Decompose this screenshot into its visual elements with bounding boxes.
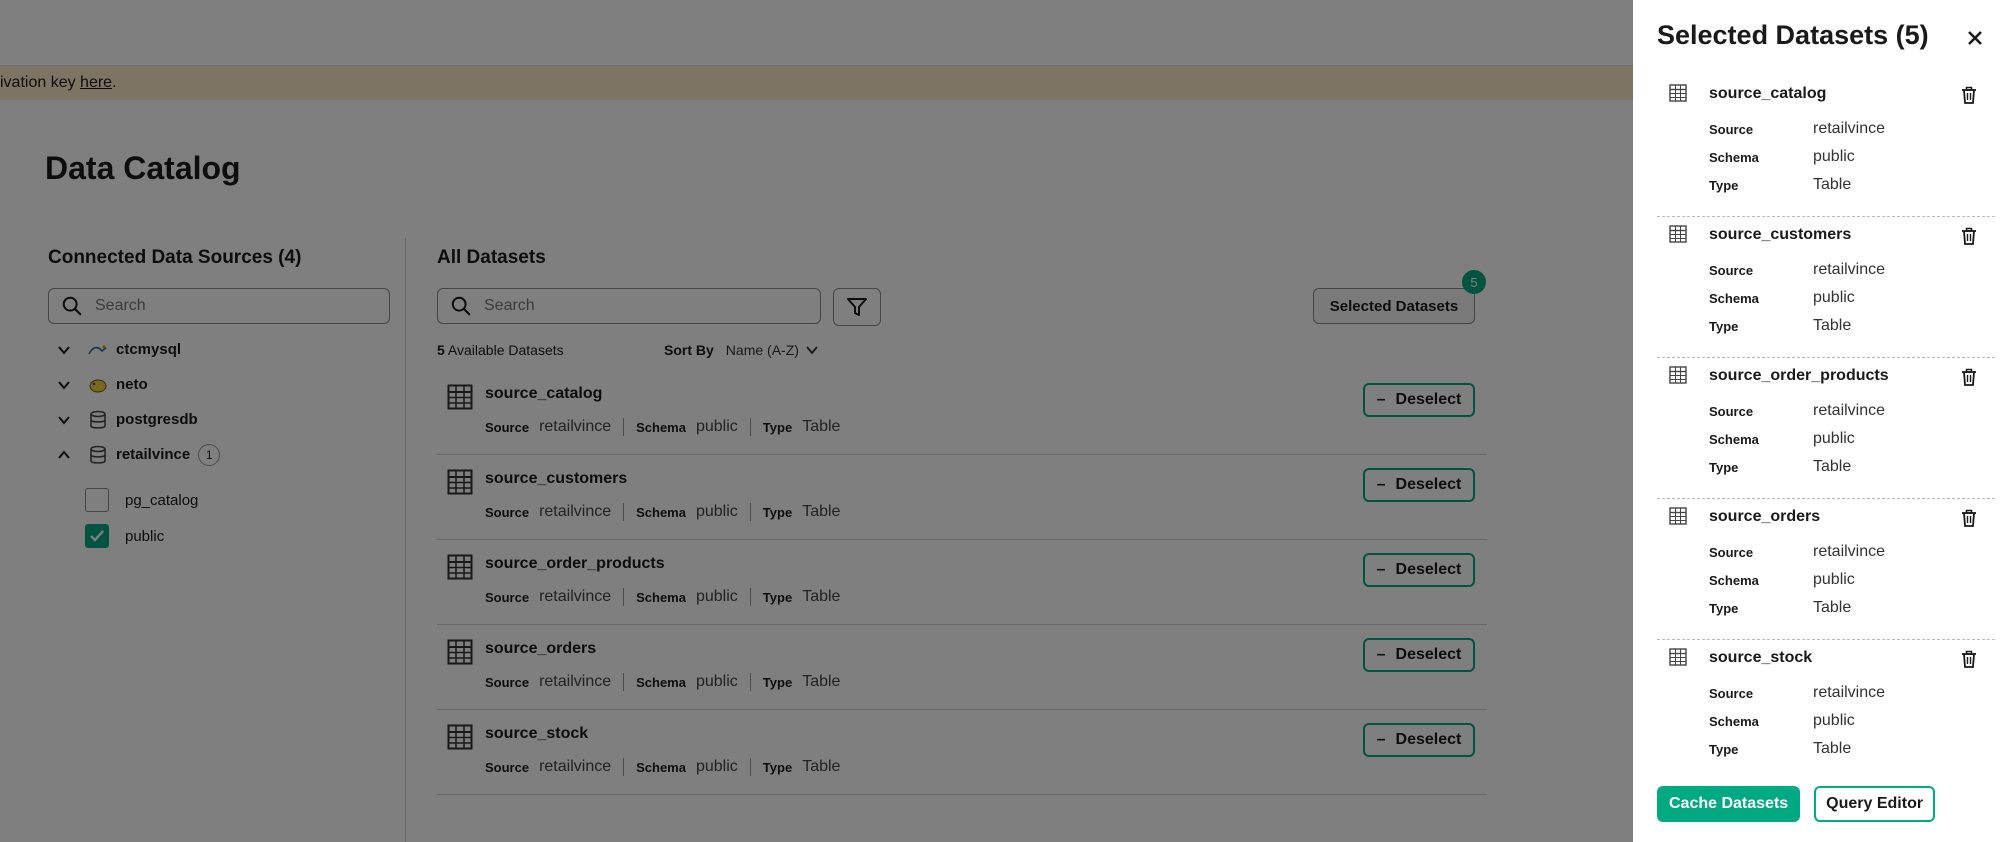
table-icon <box>1669 366 1687 384</box>
selected-dataset-name: source_catalog <box>1709 85 1827 102</box>
source-key: Source <box>1709 685 1754 701</box>
modal-overlay[interactable] <box>0 0 1633 842</box>
schema-key: Schema <box>1709 149 1759 165</box>
trash-icon[interactable] <box>1959 85 1979 105</box>
selected-dataset-item: source_stock Source retailvince Schema pub… <box>1657 640 1995 781</box>
schema-field: Schema public <box>1709 148 1855 166</box>
trash-icon[interactable] <box>1959 508 1979 528</box>
source-value: retailvince <box>1813 543 1886 560</box>
selected-dataset-name: source_orders <box>1709 508 1821 525</box>
selected-dataset-item: source_customers Source retailvince Schem… <box>1657 217 1995 358</box>
source-key: Source <box>1709 121 1754 137</box>
schema-value: public <box>1813 712 1855 729</box>
type-value: Table <box>1813 740 1852 757</box>
type-value: Table <box>1813 317 1852 334</box>
schema-value: public <box>1813 430 1855 447</box>
close-icon <box>1968 31 1982 45</box>
source-key: Source <box>1709 403 1754 419</box>
table-icon <box>1669 225 1687 243</box>
drawer-actions: Cache Datasets Query Editor <box>1657 786 1936 822</box>
table-icon <box>1669 84 1687 102</box>
trash-icon[interactable] <box>1959 649 1979 669</box>
type-key: Type <box>1709 318 1739 334</box>
source-field: Source retailvince <box>1709 543 1885 561</box>
source-field: Source retailvince <box>1709 261 1885 279</box>
source-field: Source retailvince <box>1709 684 1885 702</box>
type-field: Type Table <box>1709 599 1851 617</box>
source-key: Source <box>1709 544 1754 560</box>
type-key: Type <box>1709 177 1739 193</box>
selected-dataset-item: source_orders Source retailvince Schema pu… <box>1657 499 1995 640</box>
type-value: Table <box>1813 599 1852 616</box>
source-field: Source retailvince <box>1709 402 1885 420</box>
selected-dataset-name: source_stock <box>1709 649 1813 666</box>
table-icon <box>1669 648 1687 666</box>
source-field: Source retailvince <box>1709 120 1885 138</box>
selected-dataset-item: source_catalog Source retailvince Schema p… <box>1657 76 1995 217</box>
type-field: Type Table <box>1709 317 1851 335</box>
trash-icon[interactable] <box>1959 226 1979 246</box>
source-value: retailvince <box>1813 120 1886 137</box>
schema-key: Schema <box>1709 290 1759 306</box>
type-key: Type <box>1709 600 1739 616</box>
schema-key: Schema <box>1709 572 1759 588</box>
selected-datasets-list: source_catalog Source retailvince Schema p… <box>1657 76 1995 781</box>
close-button[interactable] <box>1959 22 1991 54</box>
type-value: Table <box>1813 176 1852 193</box>
source-value: retailvince <box>1813 261 1886 278</box>
schema-value: public <box>1813 571 1855 588</box>
source-value: retailvince <box>1813 402 1886 419</box>
type-field: Type Table <box>1709 740 1851 758</box>
schema-value: public <box>1813 289 1855 306</box>
schema-field: Schema public <box>1709 571 1855 589</box>
type-field: Type Table <box>1709 458 1851 476</box>
schema-field: Schema public <box>1709 430 1855 448</box>
schema-field: Schema public <box>1709 712 1855 730</box>
selected-dataset-item: source_order_products Source retailvince … <box>1657 358 1995 499</box>
schema-field: Schema public <box>1709 289 1855 307</box>
schema-key: Schema <box>1709 713 1759 729</box>
selected-datasets-drawer: Selected Datasets (5) source_catalog Sou… <box>1633 0 2007 842</box>
type-key: Type <box>1709 741 1739 757</box>
selected-dataset-name: source_order_products <box>1709 367 1889 384</box>
schema-key: Schema <box>1709 431 1759 447</box>
type-value: Table <box>1813 458 1852 475</box>
type-field: Type Table <box>1709 176 1851 194</box>
query-editor-button[interactable]: Query Editor <box>1814 786 1936 822</box>
table-icon <box>1669 507 1687 525</box>
schema-value: public <box>1813 148 1855 165</box>
drawer-title: Selected Datasets (5) <box>1657 20 1929 50</box>
cache-datasets-button[interactable]: Cache Datasets <box>1657 786 1801 822</box>
source-value: retailvince <box>1813 684 1886 701</box>
selected-dataset-name: source_customers <box>1709 226 1852 243</box>
source-key: Source <box>1709 262 1754 278</box>
trash-icon[interactable] <box>1959 367 1979 387</box>
type-key: Type <box>1709 459 1739 475</box>
